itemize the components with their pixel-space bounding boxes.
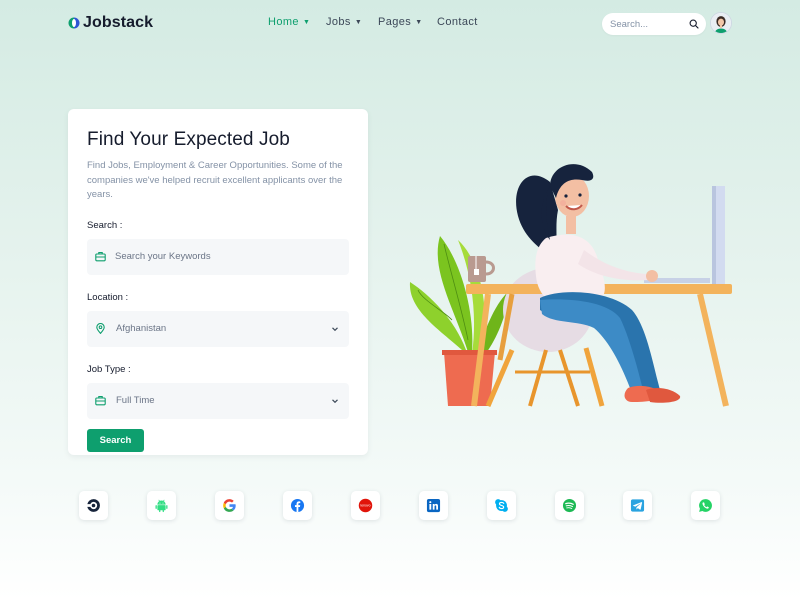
nav-pages[interactable]: Pages ▼: [378, 15, 437, 29]
map-pin-icon: [96, 323, 105, 334]
header-search: [602, 13, 706, 35]
nav-contact-label: Contact: [437, 16, 478, 28]
hero-illustration: [409, 164, 732, 407]
caret-down-icon: ▼: [354, 18, 363, 26]
search-button[interactable]: Search: [87, 428, 144, 452]
company-logo-google[interactable]: [215, 491, 244, 520]
skype-icon: [495, 499, 508, 512]
whatsapp-icon: [699, 499, 712, 512]
company-logo-lenovo[interactable]: lenovo: [351, 491, 380, 520]
keyword-input[interactable]: [115, 251, 339, 262]
briefcase-icon: [95, 396, 106, 406]
company-logo-whatsapp[interactable]: [691, 491, 720, 520]
android-icon: [155, 499, 168, 513]
location-value: Afghanistan: [116, 323, 167, 334]
nav-jobs-label: Jobs: [326, 16, 351, 28]
plant-illustration: [409, 236, 510, 406]
location-select[interactable]: Afghanistan: [87, 310, 349, 347]
facebook-icon: [290, 498, 305, 513]
nav-contact[interactable]: Contact: [437, 15, 478, 29]
hero-description: Find Jobs, Employment & Career Opportuni…: [87, 160, 343, 200]
job-search-card: Find Your Expected Job Find Jobs, Employ…: [68, 109, 368, 455]
nav-home-label: Home: [268, 16, 299, 28]
search-icon[interactable]: [689, 19, 699, 29]
nav-pages-label: Pages: [378, 16, 412, 28]
linkedin-icon: [426, 498, 441, 513]
google-icon: [223, 499, 236, 512]
caret-down-icon: ▼: [415, 18, 423, 26]
main-nav: Home ▼ Jobs ▼ Pages ▼ Contact: [268, 15, 478, 29]
keyword-field: [87, 238, 349, 275]
caret-down-icon: ▼: [302, 18, 311, 26]
company-logos: lenovo: [79, 491, 722, 521]
user-avatar[interactable]: [710, 12, 732, 34]
avatar-image: [711, 13, 731, 33]
chevron-down-icon: [332, 398, 338, 403]
brand-logo[interactable]: Jobstack: [68, 12, 153, 34]
company-logo-telegram[interactable]: [623, 491, 652, 520]
briefcase-icon: [95, 252, 106, 262]
company-logo-android[interactable]: [147, 491, 176, 520]
circleci-icon: [87, 499, 100, 512]
brand-name: Jobstack: [83, 14, 154, 31]
search-label: Search :: [87, 219, 123, 231]
company-logo-spotify[interactable]: [555, 491, 584, 520]
nav-home[interactable]: Home ▼: [268, 15, 326, 29]
monitor-illustration: [644, 186, 725, 284]
header-search-input[interactable]: [610, 18, 686, 30]
mug-illustration: [468, 256, 495, 282]
company-logo-linkedin[interactable]: [419, 491, 448, 520]
nav-jobs[interactable]: Jobs ▼: [326, 15, 378, 29]
company-logo-facebook[interactable]: [283, 491, 312, 520]
logo-mark-icon: [68, 17, 80, 29]
jobtype-label: Job Type :: [87, 363, 131, 375]
chevron-down-icon: [332, 326, 338, 331]
page-title: Find Your Expected Job: [87, 129, 290, 150]
lenovo-icon: lenovo: [358, 498, 373, 513]
company-logo-circleci[interactable]: [79, 491, 108, 520]
lenovo-wordmark: lenovo: [361, 504, 371, 508]
location-label: Location :: [87, 291, 129, 303]
jobtype-value: Full Time: [116, 395, 155, 406]
jobtype-select[interactable]: Full Time: [87, 382, 349, 419]
company-logo-skype[interactable]: [487, 491, 516, 520]
telegram-icon: [630, 499, 645, 512]
spotify-icon: [562, 498, 577, 513]
